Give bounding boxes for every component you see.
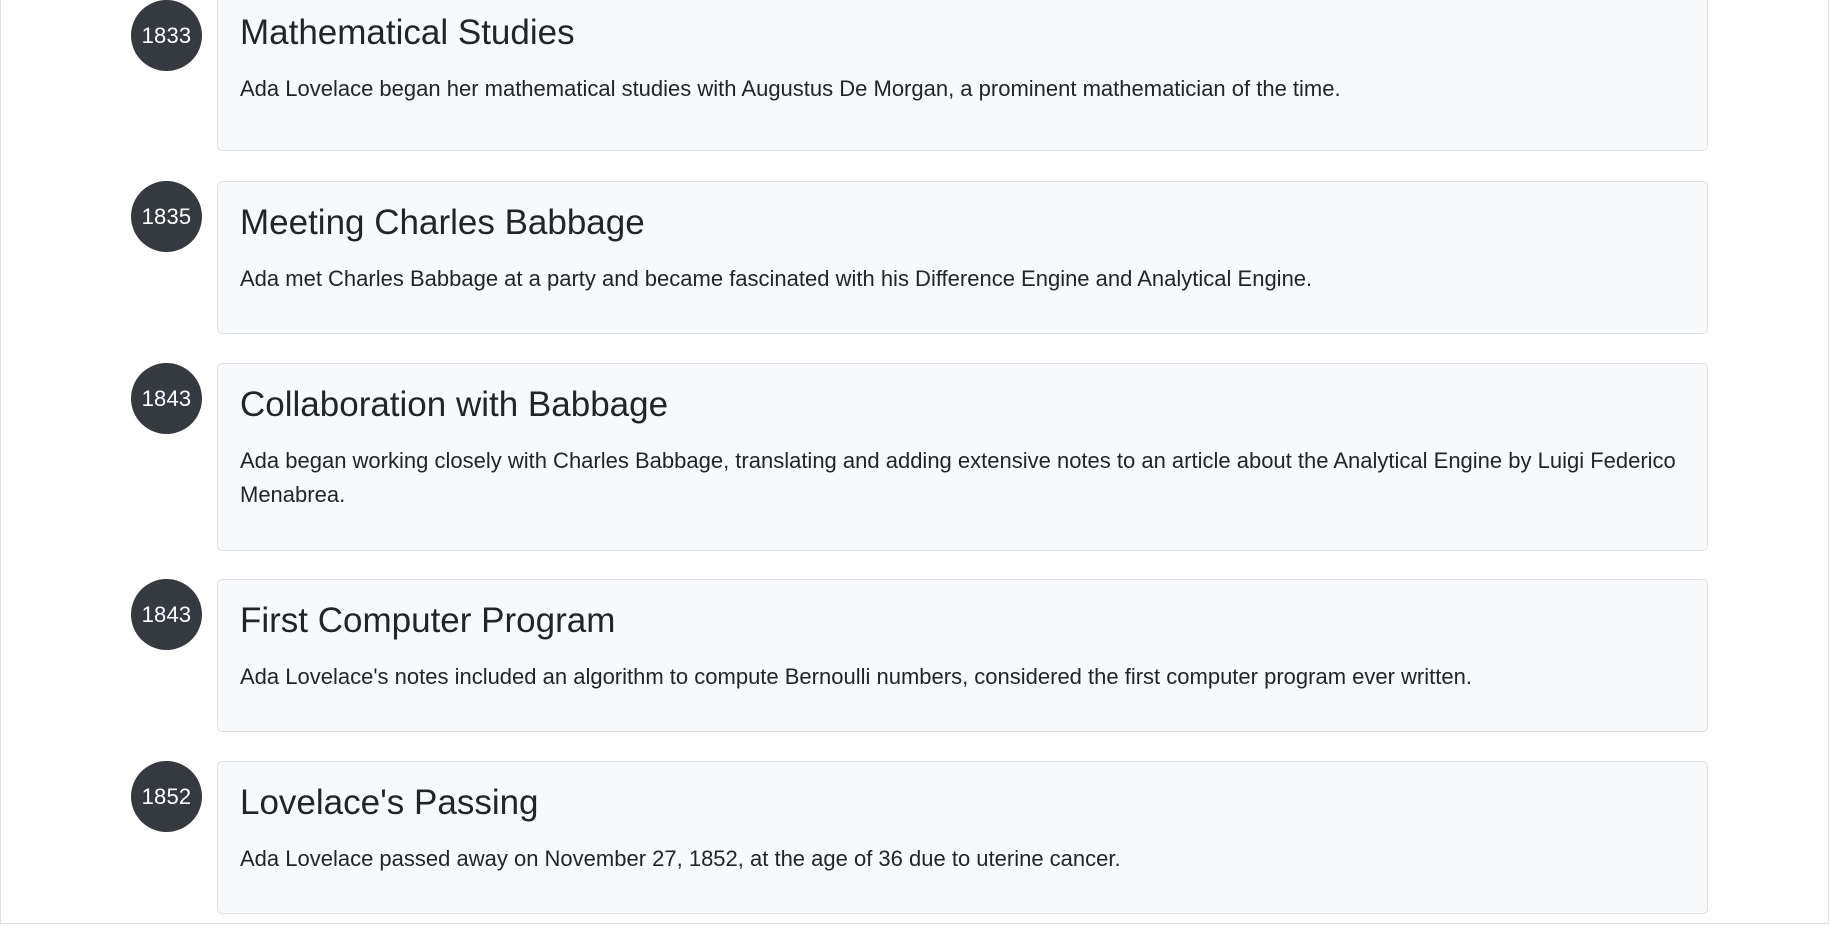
event-title: Lovelace's Passing bbox=[240, 783, 539, 822]
event-card: Meeting Charles Babbage Ada met Charles … bbox=[217, 181, 1708, 334]
event-card: Collaboration with Babbage Ada began wor… bbox=[217, 363, 1708, 551]
event-description: Ada Lovelace passed away on November 27,… bbox=[240, 846, 1121, 871]
event-description: Ada met Charles Babbage at a party and b… bbox=[240, 266, 1313, 291]
event-title: Mathematical Studies bbox=[240, 13, 575, 52]
event-description: Ada Lovelace's notes included an algorit… bbox=[240, 664, 1472, 689]
page-frame: 1833 Mathematical Studies Ada Lovelace b… bbox=[0, 0, 1829, 924]
event-description: Ada Lovelace began her mathematical stud… bbox=[240, 76, 1341, 101]
year-badge: 1835 bbox=[131, 181, 202, 252]
event-title: Collaboration with Babbage bbox=[240, 385, 669, 424]
event-card: First Computer Program Ada Lovelace's no… bbox=[217, 579, 1708, 732]
event-card: Mathematical Studies Ada Lovelace began … bbox=[217, 0, 1708, 151]
event-title: Meeting Charles Babbage bbox=[240, 203, 645, 242]
year-badge: 1833 bbox=[131, 0, 202, 71]
event-title: First Computer Program bbox=[240, 601, 616, 640]
year-badge: 1843 bbox=[131, 579, 202, 650]
year-badge: 1852 bbox=[131, 761, 202, 832]
event-description: Ada began working closely with Charles B… bbox=[240, 448, 1676, 507]
year-badge: 1843 bbox=[131, 363, 202, 434]
event-card: Lovelace's Passing Ada Lovelace passed a… bbox=[217, 761, 1708, 914]
